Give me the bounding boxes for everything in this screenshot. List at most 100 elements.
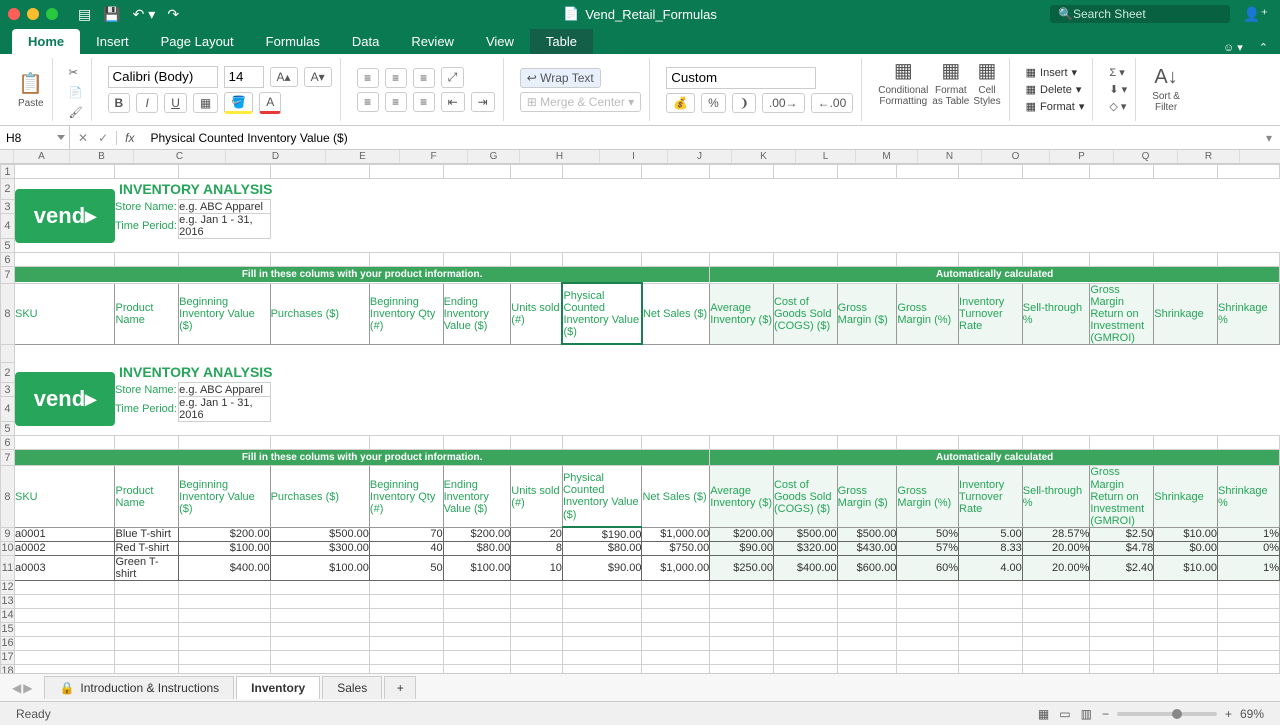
accept-formula-icon[interactable]: ✓ <box>98 131 108 145</box>
sheet-tab-inventory[interactable]: Inventory <box>236 676 320 699</box>
decrease-indent-icon[interactable]: ⇤ <box>441 92 465 112</box>
tab-view[interactable]: View <box>470 29 530 54</box>
fill-color-button[interactable]: 🪣 <box>224 92 253 114</box>
store-name-value[interactable]: e.g. ABC Apparel <box>179 200 270 214</box>
formula-input[interactable] <box>142 131 1258 145</box>
decrease-font-icon[interactable]: A▾ <box>304 67 332 87</box>
sheet-tab-intro[interactable]: 🔒Introduction & Instructions <box>44 676 234 699</box>
maximize-window[interactable] <box>46 8 58 20</box>
data-cell[interactable]: $200.00 <box>443 527 511 541</box>
insert-cells-button[interactable]: ▦ Insert ▾ <box>1026 66 1085 79</box>
align-top-icon[interactable]: ≡ <box>357 68 379 88</box>
data-cell[interactable]: 20.00% <box>1022 555 1090 580</box>
align-center-icon[interactable]: ≡ <box>385 92 407 112</box>
minimize-window[interactable] <box>27 8 39 20</box>
search-sheet[interactable]: 🔍 Search Sheet <box>1050 5 1230 23</box>
align-left-icon[interactable]: ≡ <box>357 92 379 112</box>
data-cell[interactable]: Blue T-shirt <box>115 527 179 541</box>
data-cell[interactable]: $100.00 <box>179 541 270 555</box>
tab-formulas[interactable]: Formulas <box>250 29 336 54</box>
decrease-decimal-icon[interactable]: ←.00 <box>811 93 854 113</box>
collapse-ribbon-icon[interactable]: ⌃ <box>1259 41 1268 54</box>
delete-cells-button[interactable]: ▦ Delete ▾ <box>1026 83 1085 96</box>
data-cell[interactable]: 1% <box>1218 527 1280 541</box>
share-icon[interactable]: 👤⁺ <box>1243 6 1268 23</box>
data-cell[interactable]: $100.00 <box>443 555 511 580</box>
tab-page-layout[interactable]: Page Layout <box>145 29 250 54</box>
number-format-select[interactable] <box>666 67 816 89</box>
data-cell[interactable]: $190.00 <box>562 527 642 541</box>
data-cell[interactable]: 20 <box>511 527 563 541</box>
sheet-nav-prev-icon[interactable]: ◀ <box>12 681 21 695</box>
font-color-button[interactable]: A <box>259 92 281 114</box>
format-as-table-button[interactable]: ▦Format as Table <box>932 58 969 121</box>
close-window[interactable] <box>8 8 20 20</box>
data-cell[interactable]: $80.00 <box>562 541 642 555</box>
data-cell[interactable]: 0% <box>1218 541 1280 555</box>
sheet-nav-next-icon[interactable]: ▶ <box>23 681 32 695</box>
italic-button[interactable]: I <box>136 93 158 113</box>
paste-icon[interactable]: 📋 <box>18 71 43 96</box>
zoom-control[interactable]: − + 69% <box>1102 707 1264 721</box>
undo-icon[interactable]: ↶ ▾ <box>133 6 156 23</box>
data-cell[interactable]: $2.40 <box>1090 555 1154 580</box>
data-cell[interactable]: $600.00 <box>837 555 897 580</box>
zoom-in-icon[interactable]: + <box>1225 707 1232 721</box>
data-cell[interactable]: 57% <box>897 541 959 555</box>
conditional-formatting-button[interactable]: ▦Conditional Formatting <box>878 58 928 121</box>
increase-indent-icon[interactable]: ⇥ <box>471 92 495 112</box>
data-cell[interactable]: $750.00 <box>642 541 710 555</box>
data-cell[interactable]: $500.00 <box>773 527 837 541</box>
store-name-value[interactable]: e.g. ABC Apparel <box>179 383 270 397</box>
smiley-icon[interactable]: ☺ ▾ <box>1223 41 1243 54</box>
currency-icon[interactable]: 💰 <box>666 93 695 113</box>
tab-insert[interactable]: Insert <box>80 29 145 54</box>
data-cell[interactable]: $300.00 <box>270 541 369 555</box>
increase-font-icon[interactable]: A▴ <box>270 67 298 87</box>
cut-icon[interactable]: ✂ <box>69 66 83 79</box>
data-cell[interactable]: $100.00 <box>270 555 369 580</box>
copy-icon[interactable]: 📄 <box>69 86 83 99</box>
sheet-tab-sales[interactable]: Sales <box>322 676 382 699</box>
data-cell[interactable]: $10.00 <box>1154 555 1218 580</box>
font-name-select[interactable] <box>108 66 218 88</box>
data-cell[interactable]: 4.00 <box>959 555 1023 580</box>
data-cell[interactable]: $80.00 <box>443 541 511 555</box>
data-cell[interactable]: $0.00 <box>1154 541 1218 555</box>
data-cell[interactable]: $200.00 <box>179 527 270 541</box>
data-cell[interactable]: $90.00 <box>562 555 642 580</box>
data-cell[interactable]: $500.00 <box>837 527 897 541</box>
font-size-select[interactable] <box>224 66 264 88</box>
bold-button[interactable]: B <box>108 93 131 113</box>
data-cell[interactable]: $400.00 <box>773 555 837 580</box>
data-cell[interactable]: 8 <box>511 541 563 555</box>
increase-decimal-icon[interactable]: .00→ <box>762 93 805 113</box>
align-middle-icon[interactable]: ≡ <box>385 68 407 88</box>
data-cell[interactable]: $10.00 <box>1154 527 1218 541</box>
save-icon[interactable]: ▤ <box>78 6 91 23</box>
data-cell[interactable]: 5.00 <box>959 527 1023 541</box>
data-cell[interactable]: 8.33 <box>959 541 1023 555</box>
data-cell[interactable]: 10 <box>511 555 563 580</box>
data-cell[interactable]: $1,000.00 <box>642 527 710 541</box>
time-period-value[interactable]: e.g. Jan 1 - 31, 2016 <box>179 397 270 422</box>
data-cell[interactable]: 50 <box>369 555 443 580</box>
data-cell[interactable]: $4.78 <box>1090 541 1154 555</box>
tab-review[interactable]: Review <box>395 29 470 54</box>
time-period-value[interactable]: e.g. Jan 1 - 31, 2016 <box>179 214 270 239</box>
format-painter-icon[interactable]: 🖌 <box>69 106 83 119</box>
cell-styles-button[interactable]: ▦Cell Styles <box>973 58 1000 121</box>
view-normal-icon[interactable]: ▦ <box>1038 707 1049 721</box>
border-button[interactable]: ▦ <box>193 93 218 113</box>
merge-center-button[interactable]: ⊞ Merge & Center ▾ <box>520 92 641 112</box>
data-cell[interactable]: $250.00 <box>710 555 774 580</box>
clear-icon[interactable]: ◇ ▾ <box>1109 100 1126 113</box>
data-cell[interactable]: 1% <box>1218 555 1280 580</box>
data-cell[interactable]: 40 <box>369 541 443 555</box>
autosum-icon[interactable]: Σ ▾ <box>1109 66 1124 79</box>
fill-icon[interactable]: ⬇ ▾ <box>1109 83 1127 96</box>
cell-reference-box[interactable] <box>0 126 70 149</box>
fx-label[interactable]: fx <box>117 131 142 145</box>
tab-table[interactable]: Table <box>530 29 593 54</box>
data-cell[interactable]: a0003 <box>14 555 115 580</box>
